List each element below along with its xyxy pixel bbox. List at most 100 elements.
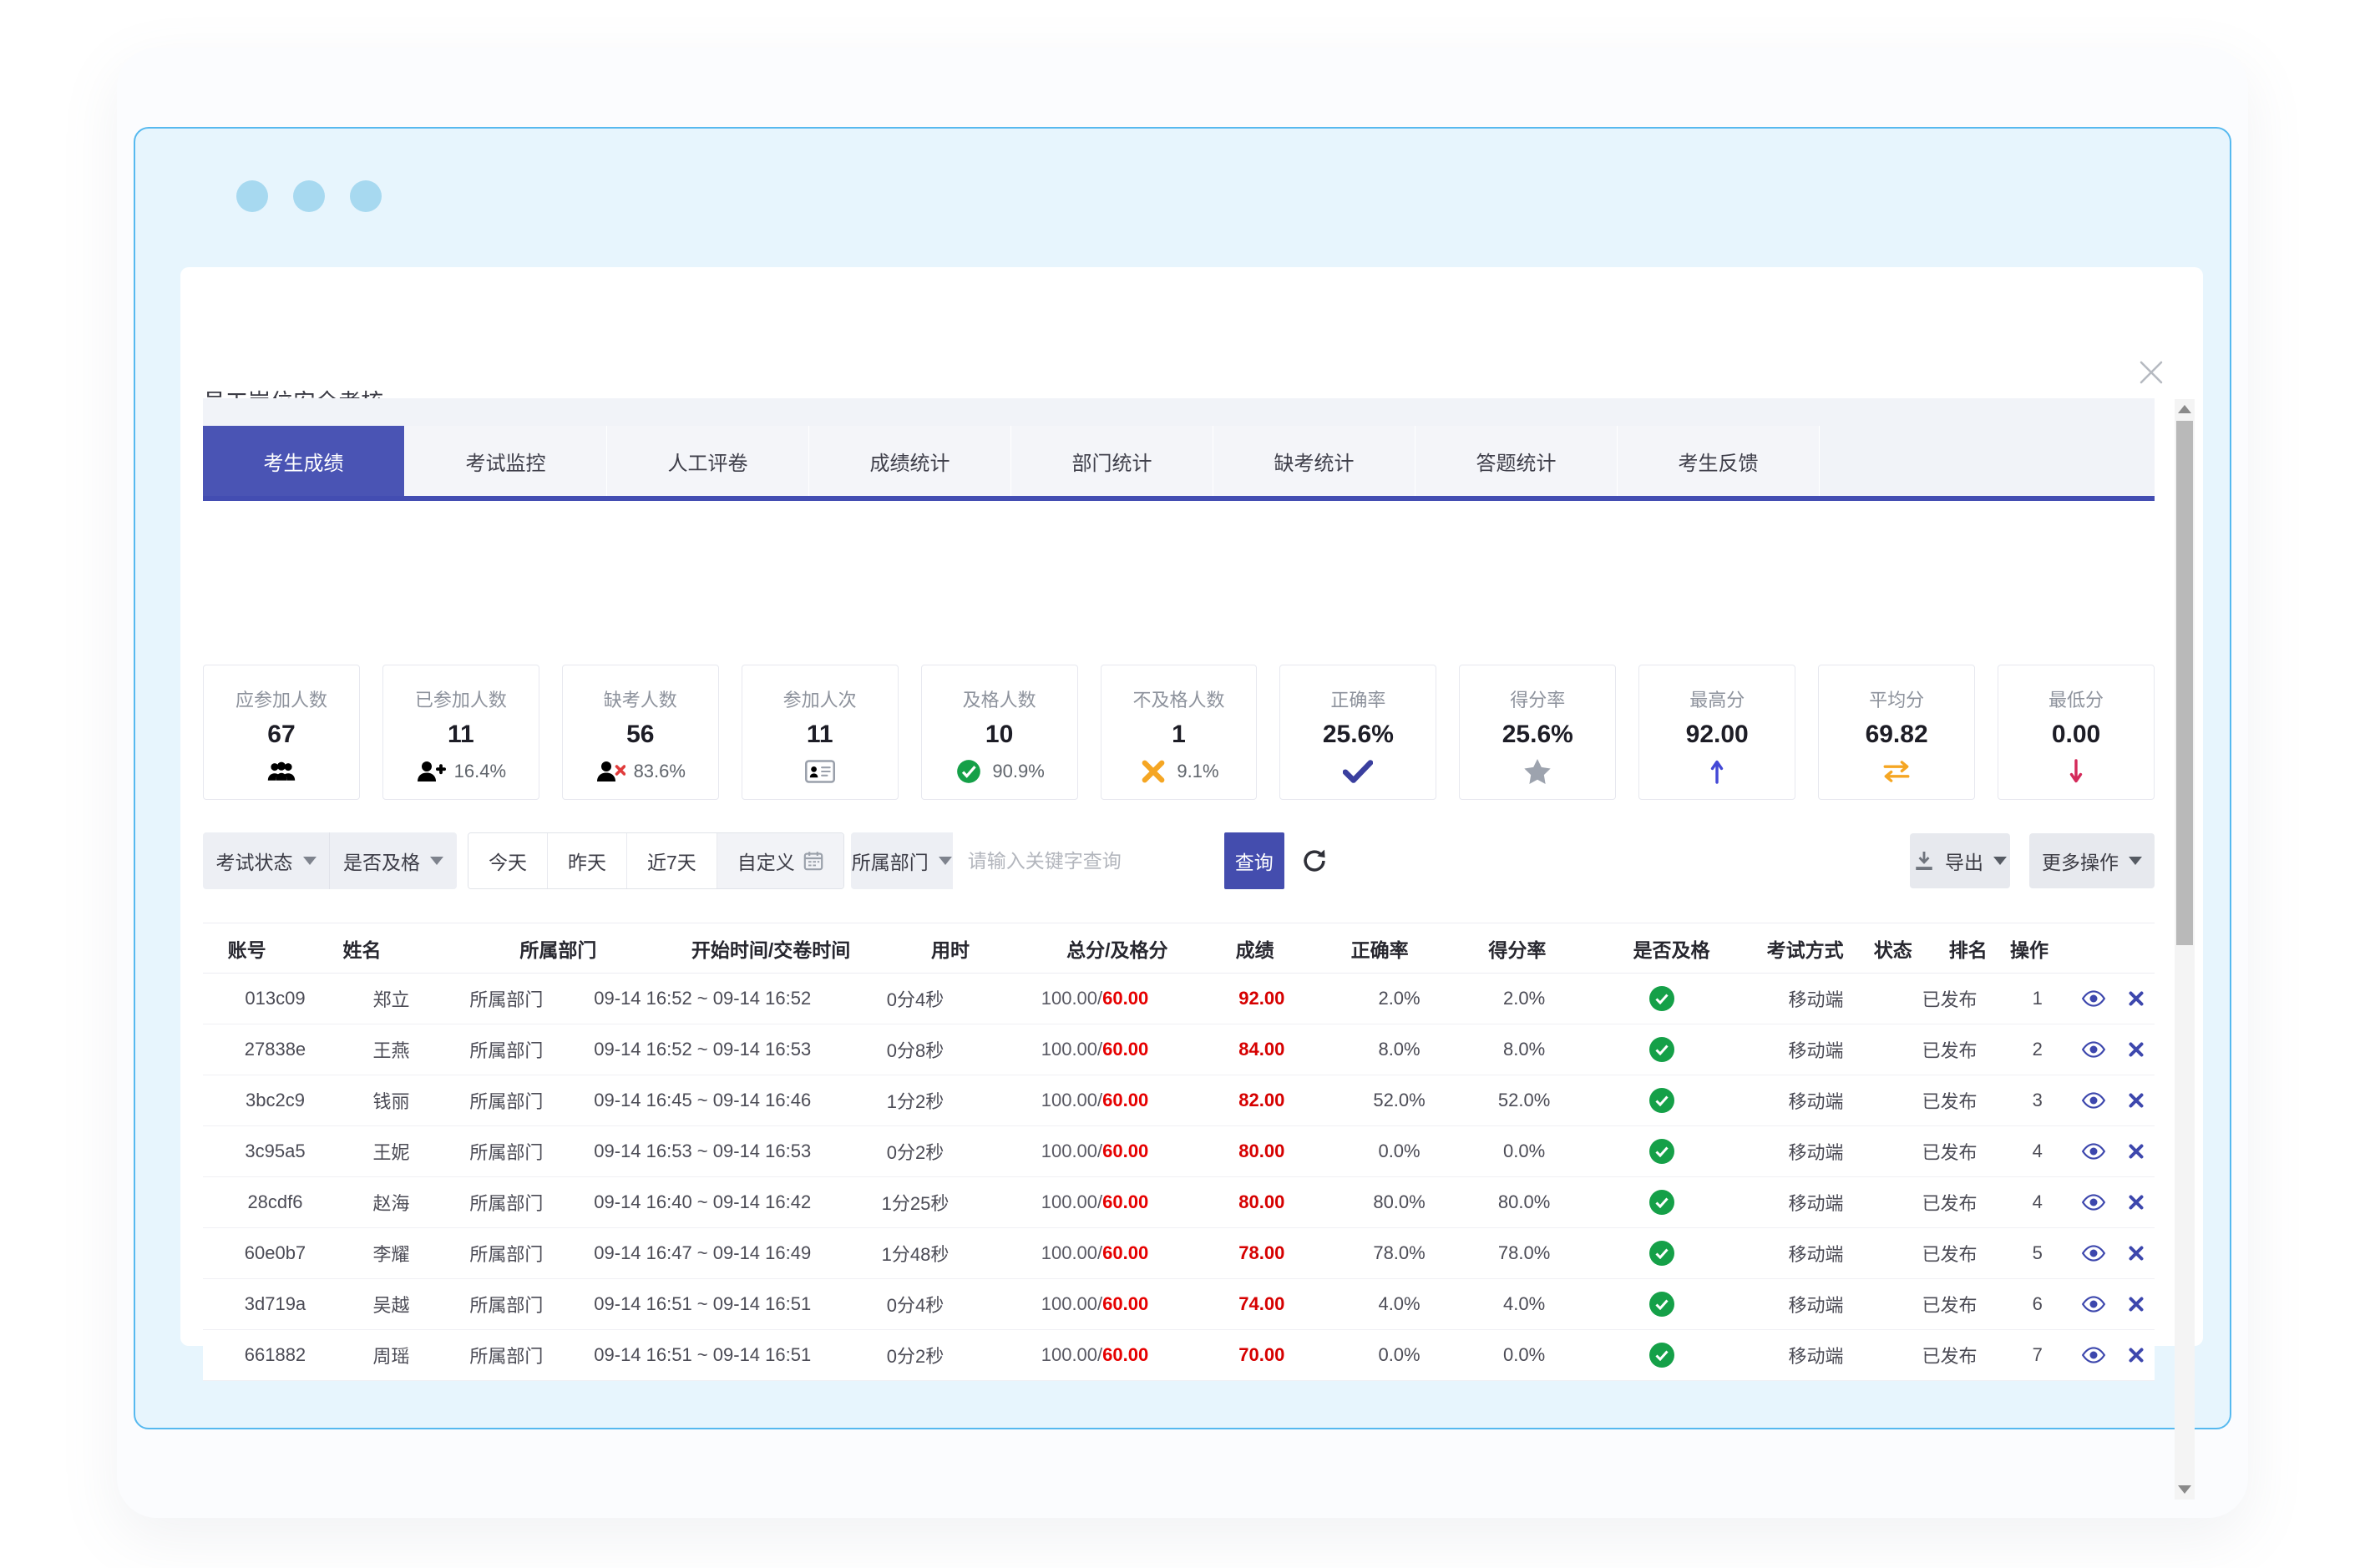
- more-actions-button[interactable]: 更多操作: [2029, 833, 2155, 888]
- delete-icon[interactable]: [2128, 1245, 2145, 1262]
- tab[interactable]: 人工评卷: [607, 426, 809, 496]
- cell-status: 已发布: [1922, 1193, 1978, 1214]
- cell-time: 09-14 16:47 ~ 09-14 16:49: [594, 1242, 812, 1263]
- cell-passed: [1587, 1139, 1737, 1164]
- custom-date-button[interactable]: 自定义: [717, 833, 843, 888]
- cell-score-rate: 52.0%: [1497, 1090, 1551, 1110]
- pass-check-icon: [1648, 1037, 1674, 1062]
- view-icon[interactable]: [2081, 989, 2106, 1008]
- id-card-icon: [804, 759, 835, 784]
- cell-accuracy: 4.0%: [1378, 1293, 1421, 1314]
- cell-account: 60e0b7: [244, 1242, 306, 1263]
- delete-icon[interactable]: [2128, 1041, 2145, 1058]
- tab[interactable]: 考生反馈: [1618, 426, 1820, 496]
- cell-total-pass: 100.00/60.00: [1041, 1344, 1149, 1365]
- tab[interactable]: 部门统计: [1011, 426, 1213, 496]
- department-dropdown[interactable]: 所属部门: [850, 832, 953, 889]
- view-icon[interactable]: [2081, 1193, 2106, 1211]
- tab[interactable]: 成绩统计: [809, 426, 1011, 496]
- column-header: 所属部门: [519, 938, 597, 961]
- cell-department: 所属部门: [469, 1040, 544, 1061]
- vertical-scrollbar[interactable]: [2175, 399, 2195, 1500]
- export-button[interactable]: 导出: [1910, 833, 2010, 888]
- view-icon[interactable]: [2081, 1295, 2106, 1313]
- stat-card: 最低分 0.00: [1998, 665, 2155, 800]
- yesterday-button[interactable]: 昨天: [548, 833, 627, 888]
- delete-icon[interactable]: [2128, 1092, 2145, 1109]
- exam-status-dropdown[interactable]: 考试状态: [203, 832, 330, 889]
- cell-duration: 1分2秒: [886, 1091, 944, 1112]
- view-icon[interactable]: [2081, 1346, 2106, 1364]
- table-row: 3bc2c9 钱丽 所属部门 09-14 16:45 ~ 09-14 16:46…: [203, 1075, 2155, 1126]
- cell-time: 09-14 16:45 ~ 09-14 16:46: [594, 1090, 812, 1110]
- cell-status: 已发布: [1922, 1040, 1978, 1061]
- stat-label: 平均分: [1869, 690, 1925, 711]
- column-header: 考试方式: [1766, 938, 1844, 961]
- page: 员工岗位安全考核 考生成绩: [0, 0, 2365, 1568]
- stat-value: 1: [1172, 721, 1186, 748]
- cell-time: 09-14 16:51 ~ 09-14 16:51: [594, 1293, 812, 1314]
- stat-card: 不及格人数 1 9.1%: [1100, 665, 1258, 800]
- cell-department: 所属部门: [469, 1193, 544, 1214]
- refresh-icon[interactable]: [1289, 832, 1339, 889]
- scroll-up-icon[interactable]: [2175, 399, 2195, 419]
- tab[interactable]: 考试监控: [405, 426, 607, 496]
- view-icon[interactable]: [2081, 1142, 2106, 1161]
- tab[interactable]: 答题统计: [1415, 426, 1618, 496]
- stat-value: 25.6%: [1502, 721, 1573, 748]
- delete-icon[interactable]: [2128, 990, 2145, 1007]
- cell-name: 王妮: [372, 1142, 410, 1163]
- tab[interactable]: 缺考统计: [1213, 426, 1415, 496]
- view-icon[interactable]: [2081, 1091, 2106, 1110]
- tab-label: 成绩统计: [869, 452, 950, 475]
- stat-value: 69.82: [1865, 721, 1928, 748]
- table-row: 3c95a5 王妮 所属部门 09-14 16:53 ~ 09-14 16:53…: [203, 1126, 2155, 1177]
- table-row: 60e0b7 李耀 所属部门 09-14 16:47 ~ 09-14 16:49…: [203, 1228, 2155, 1279]
- cell-rank: 2: [2032, 1039, 2043, 1060]
- cell-accuracy: 8.0%: [1378, 1039, 1421, 1060]
- stat-label: 得分率: [1510, 690, 1566, 711]
- tab[interactable]: 考生成绩: [203, 426, 405, 496]
- star-icon: [1522, 759, 1552, 784]
- cell-score-rate: 2.0%: [1503, 988, 1546, 1009]
- cell-rank: 1: [2032, 988, 2043, 1009]
- delete-icon[interactable]: [2128, 1296, 2145, 1313]
- delete-icon[interactable]: [2128, 1347, 2145, 1363]
- scroll-down-icon[interactable]: [2175, 1479, 2195, 1500]
- stat-label: 参加人次: [782, 690, 857, 711]
- view-icon[interactable]: [2081, 1040, 2106, 1059]
- browser-window: 员工岗位安全考核 考生成绩: [134, 127, 2231, 1500]
- cell-method: 移动端: [1788, 1142, 1844, 1163]
- stat-value: 67: [267, 721, 296, 748]
- pass-check-icon: [1648, 1190, 1674, 1215]
- column-header: 总分/及格分: [1066, 938, 1168, 961]
- stat-label: 已参加人数: [414, 690, 507, 711]
- search-button[interactable]: 查询: [1223, 832, 1284, 889]
- date-range-group: 今天 昨天 近7天 自定义: [468, 832, 844, 889]
- table-row: 3d719a 吴越 所属部门 09-14 16:51 ~ 09-14 16:51…: [203, 1279, 2155, 1330]
- cell-status: 已发布: [1922, 1091, 1978, 1112]
- delete-icon[interactable]: [2128, 1143, 2145, 1160]
- view-icon[interactable]: [2081, 1244, 2106, 1262]
- stat-extra: 83.6%: [633, 761, 686, 781]
- column-header: 状态: [1873, 938, 1912, 961]
- table-row: 661882 周瑶 所属部门 09-14 16:51 ~ 09-14 16:51…: [203, 1330, 2155, 1381]
- delete-icon[interactable]: [2128, 1194, 2145, 1211]
- pass-filter-dropdown[interactable]: 是否及格: [330, 832, 457, 889]
- user-plus-icon: [416, 759, 446, 784]
- last7days-button[interactable]: 近7天: [627, 833, 717, 888]
- search-input[interactable]: [952, 832, 1224, 889]
- column-header: 成绩: [1235, 938, 1274, 961]
- tab-underline: [203, 496, 2155, 501]
- cell-passed: [1587, 1190, 1737, 1215]
- cell-score: 70.00: [1238, 1344, 1285, 1365]
- cell-department: 所属部门: [469, 1244, 544, 1265]
- window-dot: [350, 180, 382, 212]
- today-button[interactable]: 今天: [468, 833, 548, 888]
- cell-total-pass: 100.00/60.00: [1041, 1141, 1149, 1161]
- chevron-down-icon: [938, 857, 952, 865]
- cell-total-pass: 100.00/60.00: [1041, 988, 1149, 1009]
- scrollbar-thumb[interactable]: [2176, 421, 2193, 945]
- close-icon[interactable]: [2133, 354, 2170, 391]
- chevron-down-icon: [302, 857, 317, 865]
